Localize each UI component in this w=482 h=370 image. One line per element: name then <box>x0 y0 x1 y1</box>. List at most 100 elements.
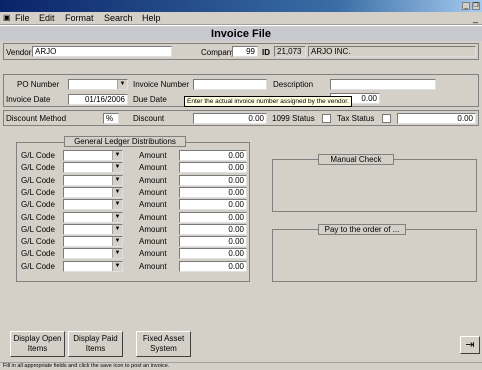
po-number-dropdown[interactable]: ▼ <box>68 79 128 90</box>
gl-code-label: G/L Code <box>21 249 55 259</box>
gl-amount-label: Amount <box>139 249 167 259</box>
manual-check-group <box>272 159 477 212</box>
gl-amount-field[interactable]: 0.00 <box>179 236 247 248</box>
gl-amount-label: Amount <box>139 237 167 247</box>
pay-to-title: Pay to the order of ... <box>318 224 406 235</box>
manual-check-title: Manual Check <box>318 154 394 165</box>
chevron-down-icon[interactable]: ▼ <box>112 163 122 173</box>
gl-amount-field[interactable]: 0.00 <box>179 211 247 223</box>
id-label: ID <box>262 48 270 57</box>
gl-code-dropdown[interactable]: ▼ <box>63 260 123 272</box>
menu-file[interactable]: File <box>15 13 30 23</box>
gl-code-dropdown[interactable]: ▼ <box>63 223 123 235</box>
chevron-down-icon[interactable]: ▼ <box>112 237 122 247</box>
menu-edit[interactable]: Edit <box>39 13 55 23</box>
chevron-down-icon[interactable]: ▼ <box>112 261 122 271</box>
chevron-down-icon[interactable]: ▼ <box>112 212 122 222</box>
display-paid-items-label: Display Paid Items <box>73 334 118 353</box>
tax-status-checkbox[interactable] <box>382 114 391 123</box>
gl-amount-label: Amount <box>139 224 167 234</box>
id-field: 21,073 <box>274 46 306 57</box>
status-1099-checkbox[interactable] <box>322 114 331 123</box>
company-field[interactable]: 99 <box>232 46 258 57</box>
gl-amount-label: Amount <box>139 200 167 210</box>
gl-code-label: G/L Code <box>21 261 55 271</box>
gl-amount-label: Amount <box>139 212 167 222</box>
po-number-label: PO Number <box>17 80 60 89</box>
gl-amount-label: Amount <box>139 175 167 185</box>
pay-to-group <box>272 229 477 282</box>
discount-method-label: Discount Method <box>6 114 67 123</box>
chevron-down-icon[interactable]: ▼ <box>112 224 122 234</box>
gl-code-dropdown[interactable]: ▼ <box>63 248 123 260</box>
discount-field[interactable]: 0.00 <box>193 113 267 124</box>
display-paid-items-button[interactable]: Display Paid Items <box>68 331 123 357</box>
tax-status-label: Tax Status <box>337 114 375 123</box>
gl-code-label: G/L Code <box>21 224 55 234</box>
gl-code-dropdown[interactable]: ▼ <box>63 211 123 223</box>
gl-amount-field[interactable]: 0.00 <box>179 186 247 198</box>
status-1099-label: 1099 Status <box>272 114 315 123</box>
invoice-number-tooltip: Enter the actual invoice number assigned… <box>184 96 352 107</box>
window-title-bar <box>0 0 482 12</box>
discount-method-field[interactable]: % <box>103 113 119 124</box>
invoice-date-label: Invoice Date <box>6 95 51 104</box>
gl-code-label: G/L Code <box>21 212 55 222</box>
invoice-date-field[interactable]: 01/16/2006 <box>68 94 128 105</box>
gl-distributions-title: General Ledger Distributions <box>64 136 186 147</box>
gl-code-label: G/L Code <box>21 175 55 185</box>
chevron-down-icon[interactable]: ▼ <box>112 175 122 185</box>
gl-code-label: G/L Code <box>21 200 55 210</box>
vendor-name-field: ARJO INC. <box>308 46 476 57</box>
vendor-label: Vendor <box>6 48 32 57</box>
due-date-label: Due Date <box>133 95 167 104</box>
gl-code-label: G/L Code <box>21 151 55 160</box>
gl-amount-label: Amount <box>139 261 167 271</box>
chevron-down-icon[interactable]: ▼ <box>112 151 122 160</box>
gl-amount-field[interactable]: 0.00 <box>179 199 247 211</box>
exit-door-icon[interactable]: ⇥ <box>460 336 480 354</box>
vendor-field[interactable]: ARJO <box>32 46 172 57</box>
discount-label: Discount <box>133 114 165 123</box>
invoice-number-label: Invoice Number <box>133 80 190 89</box>
description-label: Description <box>273 80 314 89</box>
gl-amount-label: Amount <box>139 151 167 160</box>
gl-code-label: G/L Code <box>21 237 55 247</box>
menu-search[interactable]: Search <box>104 13 133 23</box>
gl-code-dropdown[interactable]: ▼ <box>63 162 123 174</box>
gl-code-dropdown[interactable]: ▼ <box>63 236 123 248</box>
invoice-number-field[interactable] <box>193 79 267 90</box>
gl-amount-field[interactable]: 0.00 <box>179 162 247 174</box>
gl-amount-field[interactable]: 0.00 <box>179 260 247 272</box>
chevron-down-icon[interactable]: ▼ <box>112 200 122 210</box>
status-bar: Fill in all appropriate fields and click… <box>0 362 482 370</box>
chevron-down-icon[interactable]: ▼ <box>112 187 122 197</box>
menu-minimize-icon[interactable]: _ <box>473 13 478 23</box>
gl-amount-field[interactable]: 0.00 <box>179 248 247 260</box>
chevron-down-icon[interactable]: ▼ <box>112 249 122 259</box>
display-open-items-label: Display Open Items <box>13 334 62 353</box>
menu-format[interactable]: Format <box>65 13 94 23</box>
menu-help[interactable]: Help <box>142 13 161 23</box>
gl-amount-label: Amount <box>139 163 167 173</box>
description-field[interactable] <box>330 79 436 90</box>
display-open-items-button[interactable]: Display Open Items <box>10 331 65 357</box>
gl-amount-field[interactable]: 0.00 <box>179 150 247 161</box>
restore-button[interactable]: ❐ <box>472 2 480 10</box>
page-title: Invoice File <box>0 27 482 41</box>
fixed-asset-system-label: Fixed Asset System <box>142 334 185 353</box>
tax-status-field[interactable]: 0.00 <box>397 113 476 124</box>
gl-code-dropdown[interactable]: ▼ <box>63 186 123 198</box>
gl-amount-label: Amount <box>139 187 167 197</box>
app-icon[interactable]: ▣ <box>3 13 11 22</box>
menu-bar: ▣ File Edit Format Search Help _ <box>0 12 482 25</box>
fixed-asset-system-button[interactable]: Fixed Asset System <box>136 331 191 357</box>
gl-code-dropdown[interactable]: ▼ <box>63 150 123 161</box>
chevron-down-icon[interactable]: ▼ <box>117 80 127 89</box>
gl-code-dropdown[interactable]: ▼ <box>63 174 123 186</box>
gl-code-dropdown[interactable]: ▼ <box>63 199 123 211</box>
minimize-button[interactable]: _ <box>462 2 470 10</box>
gl-amount-field[interactable]: 0.00 <box>179 223 247 235</box>
status-text: Fill in all appropriate fields and click… <box>3 363 170 369</box>
gl-amount-field[interactable]: 0.00 <box>179 174 247 186</box>
